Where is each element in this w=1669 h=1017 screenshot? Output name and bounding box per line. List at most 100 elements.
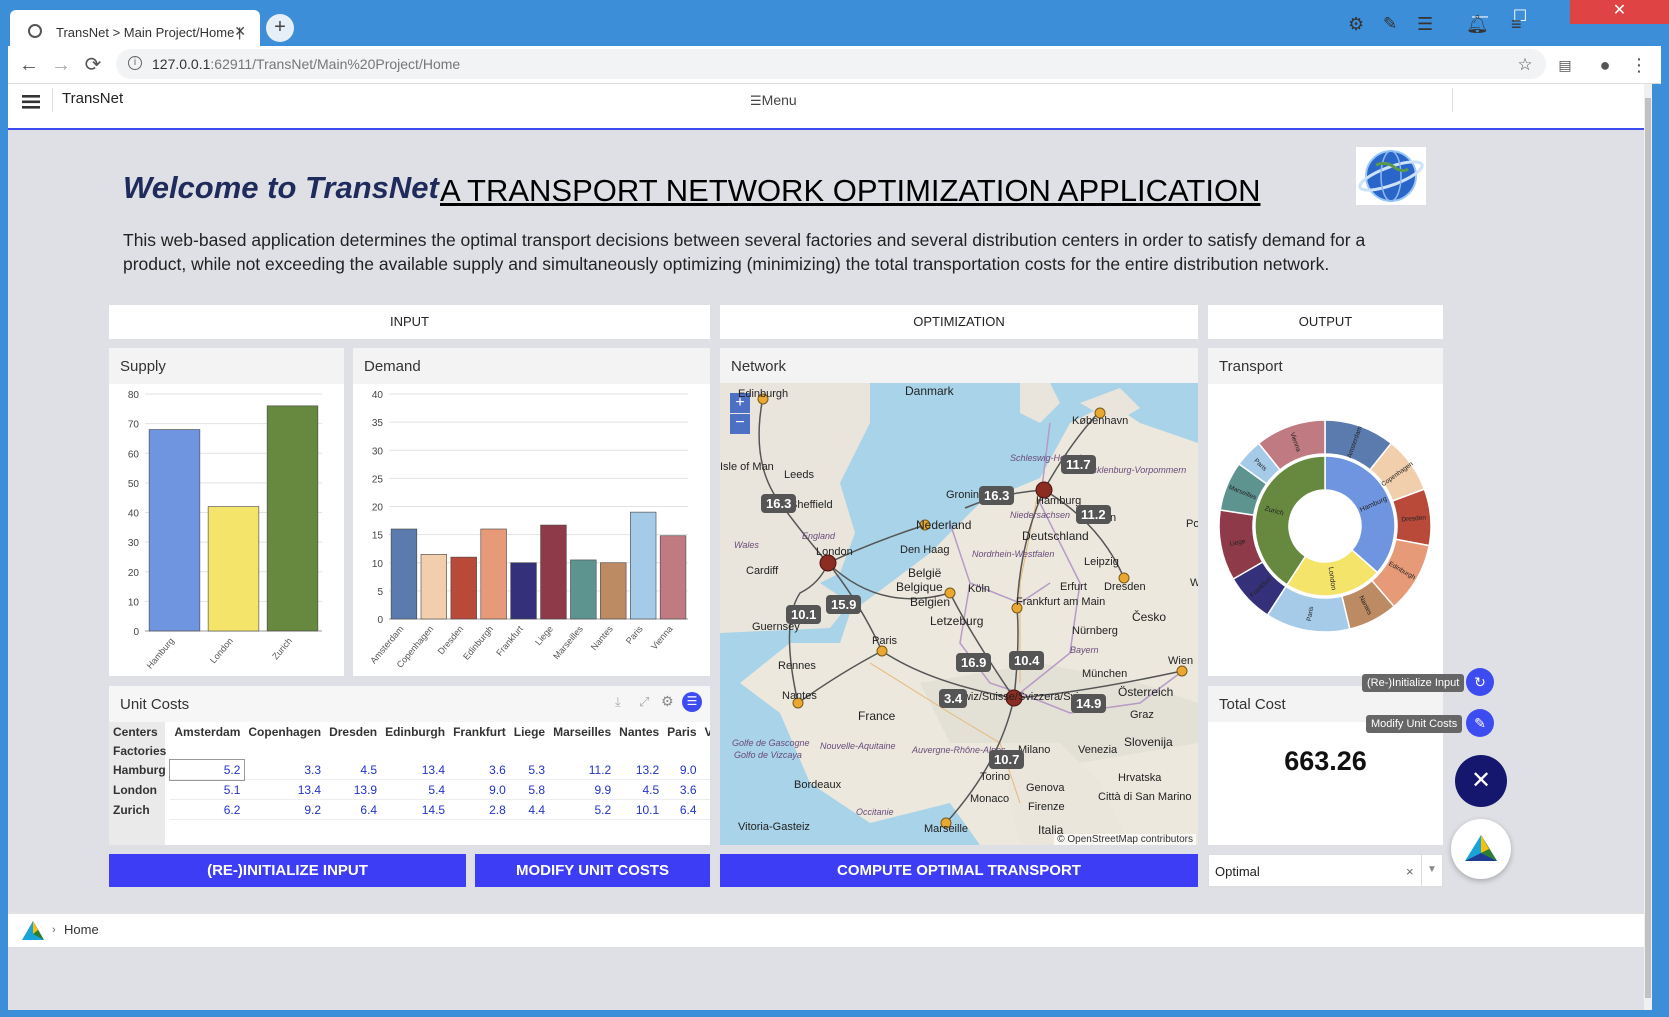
- browser-tab[interactable]: TransNet > Main Project/Home | ✕: [10, 10, 260, 46]
- fab-reinit-button[interactable]: ↻: [1466, 668, 1494, 696]
- cost-cell[interactable]: 7.9: [700, 799, 710, 820]
- map-zoom-out-button[interactable]: −: [730, 414, 750, 434]
- cost-cell[interactable]: 13.2: [615, 760, 664, 780]
- close-tab-icon[interactable]: ✕: [234, 23, 246, 40]
- map-label: Venezia: [1078, 744, 1118, 756]
- cost-cell[interactable]: 11.2: [549, 760, 616, 780]
- y-tick-label: 70: [128, 420, 140, 431]
- download-icon[interactable]: ⤓: [615, 694, 621, 710]
- unit-costs-table[interactable]: Centers Amsterdam Copenhagen Dresden Edinbur…: [109, 722, 710, 820]
- cost-cell[interactable]: 6.2: [170, 799, 245, 820]
- fab-close-button[interactable]: ✕: [1455, 755, 1507, 807]
- map-label: Bayern: [1070, 645, 1099, 655]
- reload-icon[interactable]: ⟳: [78, 50, 108, 80]
- edit-pencil-icon[interactable]: ✎: [1383, 14, 1405, 34]
- fab-modify-button[interactable]: ✎: [1466, 709, 1494, 737]
- cost-cell[interactable]: 9.0: [663, 760, 701, 780]
- cost-cell[interactable]: 3.6: [663, 779, 701, 800]
- scrollbar-thumb[interactable]: [1645, 98, 1651, 998]
- cost-cell[interactable]: 13.4: [244, 779, 326, 800]
- demand-title: Demand: [353, 348, 710, 384]
- notification-bell-icon[interactable]: 🔔︎: [1466, 14, 1489, 34]
- forward-icon[interactable]: →: [46, 50, 76, 80]
- select-divider: [1421, 855, 1422, 886]
- close-window-button[interactable]: ✕: [1570, 0, 1669, 24]
- map-label: Leeds: [784, 469, 814, 481]
- breadcrumb-home[interactable]: Home: [64, 922, 99, 937]
- x-tick-label: Paris: [624, 623, 645, 646]
- blank-cell: [244, 741, 325, 760]
- cost-cell[interactable]: 13.9: [325, 779, 382, 800]
- chevron-down-icon[interactable]: ▼: [1427, 864, 1437, 875]
- map-label: England: [802, 531, 836, 541]
- network-map[interactable]: + − Danmark København Edinburgh Leeds Sheffi…: [720, 383, 1198, 845]
- cost-cell[interactable]: 4.5: [325, 760, 382, 780]
- compute-optimal-transport-button[interactable]: COMPUTE OPTIMAL TRANSPORT: [720, 854, 1198, 887]
- y-tick-label: 25: [372, 474, 384, 485]
- cost-cell[interactable]: 9.0: [449, 779, 510, 800]
- modify-unit-costs-button[interactable]: MODIFY UNIT COSTS: [475, 854, 710, 887]
- menu-button[interactable]: ☰Menu: [750, 92, 797, 109]
- cost-cell[interactable]: 16.9: [700, 779, 710, 800]
- cost-cell[interactable]: 9.2: [244, 799, 326, 820]
- solution-select[interactable]: Optimal × ▼: [1208, 854, 1443, 887]
- reinitialize-input-button[interactable]: (RE-)INITIALIZE INPUT: [109, 854, 466, 887]
- column-header: Paris: [667, 724, 697, 739]
- map-label: Graz: [1130, 709, 1154, 721]
- new-tab-button[interactable]: +: [266, 14, 294, 42]
- y-tick-label: 30: [128, 538, 140, 549]
- menu-label: Menu: [761, 92, 797, 108]
- expand-icon[interactable]: ⤢: [639, 694, 649, 710]
- cost-cell[interactable]: 9.9: [549, 779, 616, 800]
- cost-cell[interactable]: 5.2: [549, 799, 616, 820]
- cost-cell[interactable]: 3.3: [244, 760, 326, 780]
- map-label: Monaco: [970, 793, 1010, 805]
- table-settings-icon[interactable]: ⚙: [661, 693, 674, 710]
- map-label: Letzeburg: [930, 614, 984, 628]
- cost-cell[interactable]: 4.5: [615, 779, 664, 800]
- list-icon[interactable]: ☰: [1417, 14, 1439, 34]
- hamburger-menu-icon[interactable]: [22, 95, 40, 109]
- fab-logo-button[interactable]: [1451, 819, 1511, 879]
- settings-gear-icon[interactable]: ⚙: [1348, 14, 1370, 34]
- map-label: Deutschland: [1022, 529, 1089, 543]
- cost-cell[interactable]: 5.1: [170, 779, 245, 800]
- cost-cell[interactable]: 4.4: [509, 799, 550, 820]
- cost-cell[interactable]: 14.5: [381, 799, 450, 820]
- map-label: Hrvatska: [1118, 772, 1162, 784]
- profile-icon[interactable]: ●: [1590, 50, 1620, 80]
- column-header: Amsterdam: [174, 724, 241, 739]
- cost-cell[interactable]: 6.4: [325, 799, 382, 820]
- cost-cell[interactable]: 13.4: [381, 760, 450, 780]
- app-header: [8, 84, 1644, 130]
- cost-cell[interactable]: 6.4: [663, 799, 701, 820]
- cost-cell[interactable]: 5.8: [509, 779, 550, 800]
- cost-cell[interactable]: 5.4: [381, 779, 450, 800]
- column-header: Marseilles: [553, 724, 612, 739]
- table-menu-icon[interactable]: ☰: [682, 692, 702, 712]
- cost-cell[interactable]: 5.3: [509, 760, 550, 780]
- map-label: Wroc: [1190, 577, 1198, 589]
- bookmark-star-icon[interactable]: ☆: [1510, 50, 1540, 80]
- extension-icon[interactable]: ▤: [1550, 50, 1580, 80]
- browser-menu-icon[interactable]: ⋮: [1624, 50, 1654, 80]
- cost-cell[interactable]: 8.3: [700, 760, 710, 780]
- clear-select-icon[interactable]: ×: [1406, 864, 1414, 879]
- url-field[interactable]: i 127.0.0.1:62911/TransNet/Main%20Projec…: [116, 49, 1546, 79]
- footer-logo-icon[interactable]: [20, 918, 46, 947]
- map-label: Nouvelle-Aquitaine: [820, 741, 896, 751]
- cost-cell[interactable]: 10.1: [615, 799, 664, 820]
- map-label: Köln: [968, 583, 991, 595]
- route-cost-badge: 16.3: [979, 486, 1015, 505]
- sliders-icon[interactable]: ≡: [1511, 14, 1533, 34]
- cost-cell[interactable]: 3.6: [449, 760, 510, 780]
- map-attribution[interactable]: © OpenStreetMap contributors: [1054, 834, 1196, 845]
- table-corner-centers: Centers: [113, 724, 158, 739]
- cost-cell[interactable]: 5.2: [169, 759, 246, 781]
- map-label: Pozn: [1186, 518, 1198, 530]
- back-icon[interactable]: ←: [14, 50, 44, 80]
- map-label: France: [858, 709, 896, 723]
- x-tick-label: Edinburgh: [461, 624, 495, 662]
- cost-cell[interactable]: 2.8: [449, 799, 510, 820]
- map-label: Paris: [872, 635, 898, 647]
